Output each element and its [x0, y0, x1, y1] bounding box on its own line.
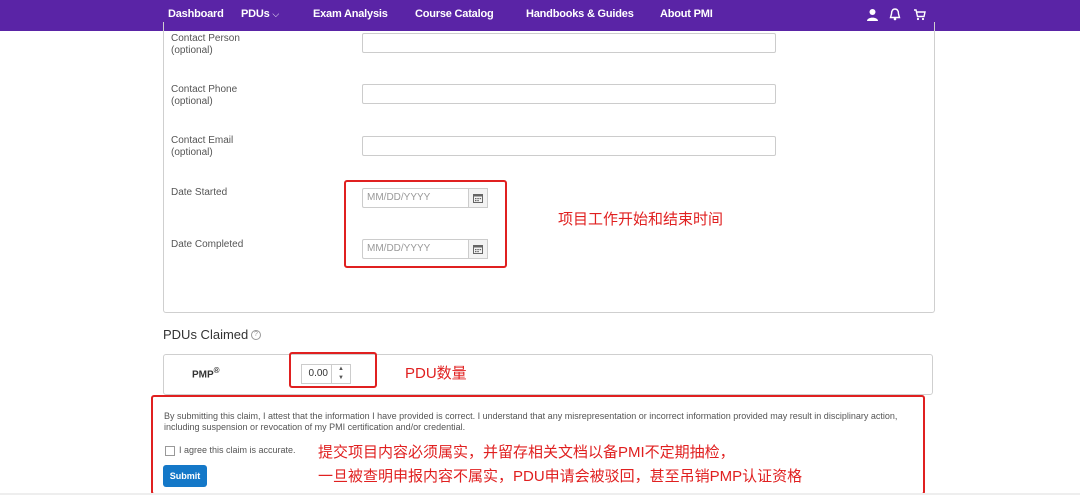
contact-phone-optional: (optional)	[171, 96, 213, 107]
help-icon[interactable]: ?	[251, 330, 261, 340]
annotation-pdu: PDU数量	[405, 365, 467, 382]
contact-email-label: Contact Email (optional)	[171, 135, 233, 159]
bottom-divider	[0, 493, 1080, 495]
date-started-label: Date Started	[171, 187, 228, 198]
pdus-panel	[163, 354, 933, 395]
contact-email-optional: (optional)	[171, 147, 213, 158]
contact-person-label: Contact Person (optional)	[171, 33, 240, 57]
annotation-box-pdu	[289, 352, 377, 388]
registered-mark: ®	[213, 366, 220, 375]
pmp-label: PMP®	[192, 366, 220, 380]
contact-email-input[interactable]	[362, 136, 776, 156]
chevron-down-icon: ⌵	[272, 9, 280, 19]
nav-course-catalog[interactable]: Course Catalog	[415, 8, 494, 20]
annotation-box-dates	[344, 180, 507, 268]
contact-email-label-text: Contact Email	[171, 135, 234, 146]
pmp-label-text: PMP	[192, 369, 214, 381]
contact-phone-label-text: Contact Phone	[171, 84, 238, 95]
nav-dashboard[interactable]: Dashboard	[168, 8, 224, 20]
nav-exam-analysis[interactable]: Exam Analysis	[313, 8, 388, 20]
nav-pdus-label: PDUs	[241, 8, 270, 20]
contact-person-input[interactable]	[362, 33, 776, 53]
nav-pdus[interactable]: PDUs ⌵	[241, 8, 279, 20]
contact-phone-label: Contact Phone (optional)	[171, 84, 237, 108]
contact-phone-input[interactable]	[362, 84, 776, 104]
contact-person-optional: (optional)	[171, 45, 213, 56]
contact-person-label-text: Contact Person	[171, 33, 240, 44]
date-completed-label: Date Completed	[171, 239, 244, 250]
pdus-claimed-title: PDUs Claimed	[163, 327, 249, 342]
annotation-attest-line2: 一旦被查明申报内容不属实，PDU申请会被驳回，甚至吊销PMP认证资格	[318, 468, 803, 485]
nav-handbooks-guides[interactable]: Handbooks & Guides	[526, 8, 634, 20]
claim-form-panel	[163, 22, 935, 313]
annotation-dates: 项目工作开始和结束时间	[558, 211, 724, 228]
nav-about-pmi[interactable]: About PMI	[660, 8, 713, 20]
annotation-attest-line1: 提交项目内容必须属实，并留存相关文档以备PMI不定期抽检，	[318, 444, 735, 461]
